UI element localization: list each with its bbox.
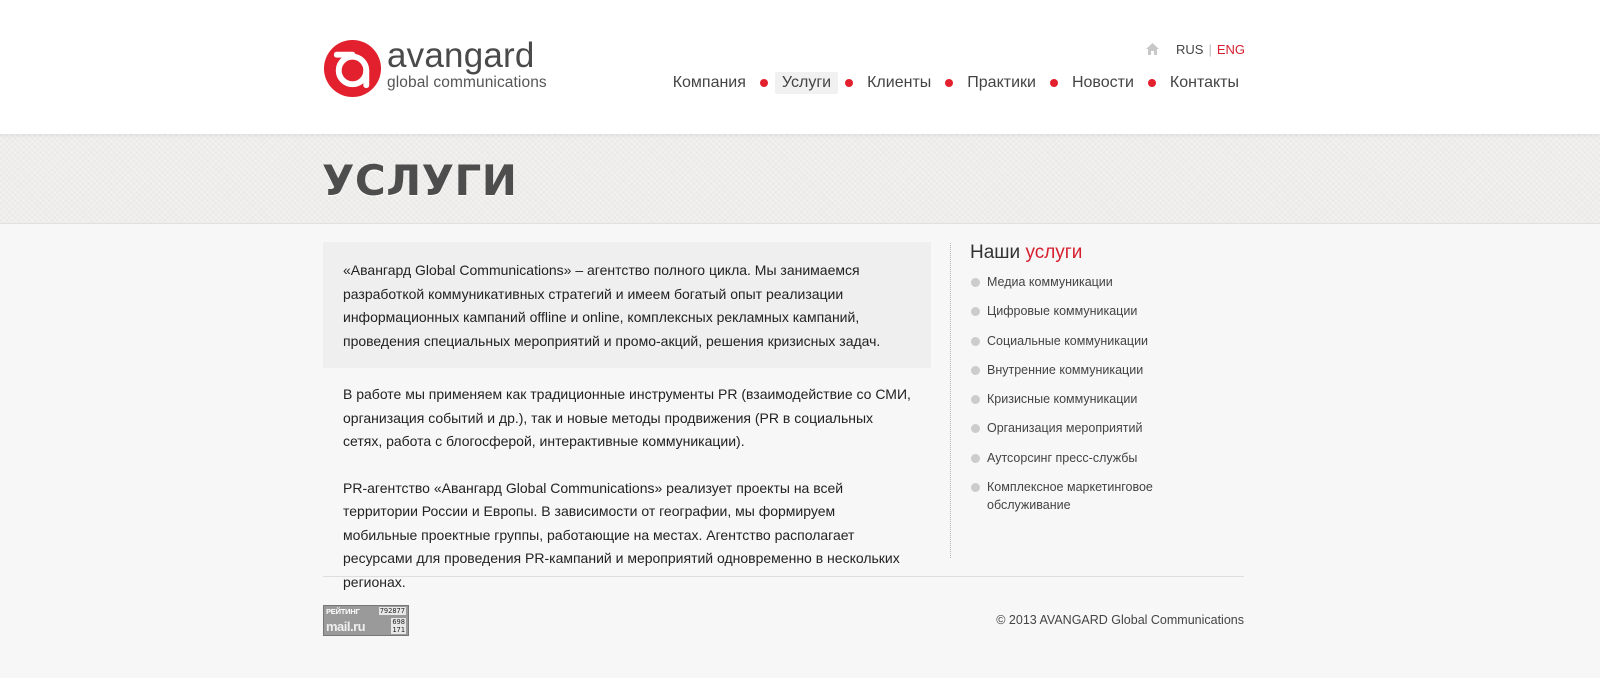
nav-separator-dot: [759, 79, 768, 87]
rating-value: 171: [391, 626, 406, 634]
nav-separator-dot: [1049, 79, 1058, 87]
service-label: Медиа коммуникации: [987, 275, 1113, 289]
column-divider: [950, 243, 951, 558]
content-paragraph: В работе мы применяем как традиционные и…: [343, 386, 911, 449]
service-item[interactable]: Цифровые коммуникации: [970, 303, 1210, 321]
nav-item-news[interactable]: Новости: [1065, 72, 1141, 94]
copyright: © 2013 AVANGARD Global Communications: [996, 613, 1244, 627]
service-label: Внутренние коммуникации: [987, 362, 1144, 377]
nav-item-clients[interactable]: Клиенты: [860, 72, 938, 94]
service-label: Аутсорсинг пресс-службы: [987, 450, 1138, 465]
service-item[interactable]: Кризисные коммуникации: [970, 391, 1210, 409]
brand-name: avangard: [387, 36, 535, 75]
services-list: Медиа коммуникации Цифровые коммуникации…: [970, 274, 1210, 514]
language-switcher: RUS | ENG: [1145, 41, 1245, 57]
logo-text: avangard global communications: [387, 38, 547, 92]
bullet-icon: [971, 395, 980, 405]
service-label: Организация мероприятий: [987, 421, 1143, 436]
bullet-icon: [971, 336, 980, 346]
nav-separator-dot: [945, 79, 954, 87]
logo-mark-icon: [323, 39, 382, 97]
service-item[interactable]: Медиа коммуникации: [970, 274, 1210, 292]
service-item[interactable]: Организация мероприятий: [970, 420, 1210, 438]
home-icon[interactable]: [1145, 42, 1160, 56]
nav-item-contacts[interactable]: Контакты: [1163, 72, 1246, 94]
service-item[interactable]: Социальные коммуникации: [970, 333, 1210, 351]
sidebar-title-accent: услуги: [1025, 242, 1083, 263]
rating-value: 792877: [378, 607, 406, 615]
service-label: Социальные коммуникации: [987, 333, 1149, 348]
nav-item-company[interactable]: Компания: [666, 72, 753, 94]
main-content: «Авангард Global Communications» – агент…: [323, 242, 931, 594]
logo[interactable]: avangard global communications: [323, 38, 547, 98]
main-nav: Компания Услуги Клиенты Практики Новости…: [666, 72, 1246, 94]
sidebar-title-plain: Наши: [970, 242, 1021, 263]
service-label: Кризисные коммуникации: [987, 392, 1138, 407]
bullet-icon: [971, 483, 980, 493]
bullet-icon: [971, 278, 980, 287]
page-title: УСЛУГИ: [322, 156, 518, 205]
brand-tagline: global communications: [387, 74, 547, 91]
lang-separator: |: [1208, 41, 1212, 57]
lang-eng-link[interactable]: ENG: [1217, 42, 1245, 57]
nav-item-practices[interactable]: Практики: [960, 72, 1043, 94]
site-header: avangard global communications RUS | ENG…: [0, 0, 1600, 134]
service-label: Цифровые коммуникации: [987, 304, 1138, 319]
rating-label: РЕЙТИНГ: [326, 607, 360, 616]
lang-rus-link[interactable]: RUS: [1176, 42, 1203, 57]
bullet-icon: [971, 424, 980, 434]
rating-brand: mail.ru: [326, 619, 366, 634]
service-item[interactable]: Комплексное маркетинговое обслуживание: [970, 479, 1210, 514]
rating-value: 698: [391, 618, 406, 626]
nav-separator-dot: [845, 79, 854, 87]
footer-divider: [323, 576, 1244, 577]
lead-paragraph: «Авангард Global Communications» – агент…: [323, 242, 931, 368]
service-label: Комплексное маркетинговое обслуживание: [987, 480, 1153, 512]
nav-item-services[interactable]: Услуги: [774, 72, 839, 94]
mailru-rating-badge[interactable]: РЕЙТИНГ mail.ru 792877 698 171: [323, 605, 409, 636]
bullet-icon: [971, 365, 980, 375]
bullet-icon: [971, 453, 980, 463]
nav-separator-dot: [1147, 79, 1156, 87]
services-sidebar: Наши услуги Медиа коммуникации Цифровые …: [970, 242, 1210, 526]
bullet-icon: [971, 307, 980, 317]
sidebar-title: Наши услуги: [970, 242, 1210, 264]
service-item[interactable]: Аутсорсинг пресс-службы: [970, 450, 1210, 468]
service-item[interactable]: Внутренние коммуникации: [970, 362, 1210, 380]
page-title-band: УСЛУГИ: [0, 134, 1600, 224]
